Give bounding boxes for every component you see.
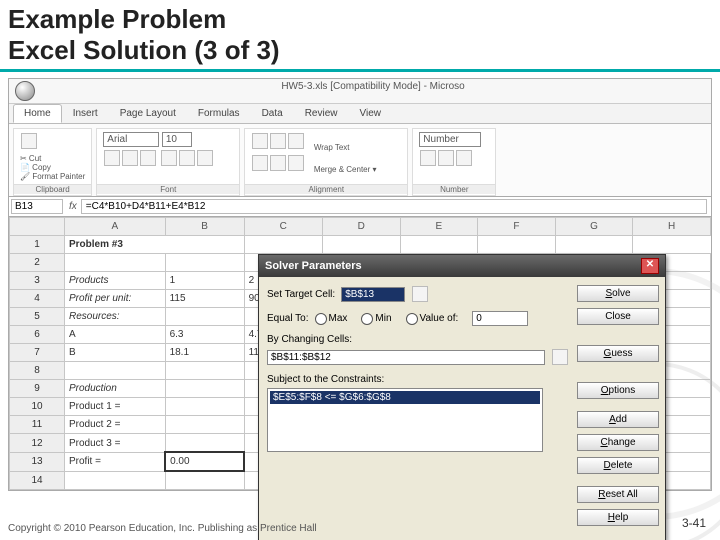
ribbon-group-clipboard: ✂ Cut 📄 Copy 🖌 Format Painter Clipboard <box>13 128 92 196</box>
label-target-cell: Set Target Cell: <box>267 289 335 300</box>
formula-input[interactable]: =C4*B10+D4*B11+E4*B12 <box>81 199 707 214</box>
col-F[interactable]: F <box>478 218 556 236</box>
value-of-input[interactable]: 0 <box>472 311 528 326</box>
border-button[interactable] <box>161 150 177 166</box>
add-button[interactable]: Add <box>577 411 659 428</box>
radio-min[interactable]: Min <box>361 313 391 325</box>
slide-title: Example Problem Excel Solution (3 of 3) <box>0 0 720 65</box>
group-label-clipboard: Clipboard <box>14 184 91 194</box>
solve-button[interactable]: Solve <box>577 285 659 302</box>
title-underline <box>0 69 720 72</box>
currency-button[interactable] <box>420 150 436 166</box>
label-equal-to: Equal To: <box>267 313 309 324</box>
col-C[interactable]: C <box>244 218 322 236</box>
copyright-text: Copyright © 2010 Pearson Education, Inc.… <box>8 523 317 534</box>
ribbon-group-number: Number Number <box>412 128 496 196</box>
office-orb-icon[interactable] <box>15 81 35 101</box>
options-button[interactable]: Options <box>577 382 659 399</box>
excel-titlebar: HW5-3.xls [Compatibility Mode] - Microso <box>9 79 711 104</box>
label-changing-cells: By Changing Cells: <box>267 334 352 345</box>
align-br-button[interactable] <box>288 155 304 171</box>
copy-button[interactable]: 📄 Copy <box>20 163 51 172</box>
target-cell-input[interactable]: $B$13 <box>341 287 405 302</box>
row-1: 1Problem #3 <box>10 236 711 254</box>
group-label-alignment: Alignment <box>245 184 407 194</box>
cell-A3[interactable]: Products <box>65 272 166 290</box>
bold-button[interactable] <box>104 150 120 166</box>
col-E[interactable]: E <box>400 218 478 236</box>
radio-valueof[interactable]: Value of: <box>406 313 459 325</box>
wrap-text-button[interactable]: Wrap Text <box>314 143 350 152</box>
guess-button[interactable]: Guess <box>577 345 659 362</box>
cell-A1[interactable]: Problem #3 <box>65 236 245 254</box>
tab-formulas[interactable]: Formulas <box>187 104 251 123</box>
underline-button[interactable] <box>140 150 156 166</box>
cut-button[interactable]: ✂ Cut <box>20 154 41 163</box>
fill-color-button[interactable] <box>179 150 195 166</box>
col-D[interactable]: D <box>322 218 400 236</box>
solver-dialog: Solver Parameters ✕ Set Target Cell: $B$… <box>258 254 666 540</box>
constraint-item[interactable]: $E$5:$F$8 <= $G$6:$G$8 <box>270 391 540 404</box>
radio-max[interactable]: Max <box>315 313 348 325</box>
dialog-titlebar[interactable]: Solver Parameters ✕ <box>259 255 665 277</box>
tab-view[interactable]: View <box>348 104 392 123</box>
ribbon-tabs: Home Insert Page Layout Formulas Data Re… <box>9 104 711 124</box>
col-B[interactable]: B <box>165 218 244 236</box>
title-line1: Example Problem <box>8 4 226 34</box>
close-icon[interactable]: ✕ <box>641 258 659 274</box>
tab-review[interactable]: Review <box>294 104 349 123</box>
ribbon-group-font: Arial 10 Font <box>96 128 240 196</box>
dialog-title: Solver Parameters <box>265 260 362 272</box>
col-H[interactable]: H <box>633 218 711 236</box>
comma-button[interactable] <box>456 150 472 166</box>
font-size-select[interactable]: 10 <box>162 132 192 147</box>
title-line2: Excel Solution (3 of 3) <box>8 35 280 65</box>
constraints-listbox[interactable]: $E$5:$F$8 <= $G$6:$G$8 <box>267 388 543 452</box>
align-bl-button[interactable] <box>252 155 268 171</box>
close-button[interactable]: Close <box>577 308 659 325</box>
refedit-icon[interactable] <box>412 286 428 302</box>
align-tc-button[interactable] <box>270 133 286 149</box>
align-bc-button[interactable] <box>270 155 286 171</box>
tab-pagelayout[interactable]: Page Layout <box>109 104 187 123</box>
group-label-font: Font <box>97 184 239 194</box>
align-tl-button[interactable] <box>252 133 268 149</box>
resetall-button[interactable]: Reset All <box>577 486 659 503</box>
fx-icon[interactable]: fx <box>65 201 81 212</box>
ribbon-group-alignment: Wrap Text Merge & Center ▾ Alignment <box>244 128 408 196</box>
delete-button[interactable]: Delete <box>577 457 659 474</box>
name-box[interactable]: B13 <box>11 199 63 214</box>
changing-cells-input[interactable]: $B$11:$B$12 <box>267 350 545 365</box>
font-color-button[interactable] <box>197 150 213 166</box>
tab-insert[interactable]: Insert <box>62 104 109 123</box>
help-button[interactable]: Help <box>577 509 659 526</box>
corner-cell[interactable] <box>10 218 65 236</box>
cell-A5[interactable]: Resources: <box>65 308 166 326</box>
paste-button[interactable] <box>21 133 37 149</box>
workbook-title: HW5-3.xls [Compatibility Mode] - Microso <box>281 81 464 101</box>
format-painter-button[interactable]: 🖌 Format Painter <box>20 172 85 181</box>
change-button[interactable]: Change <box>577 434 659 451</box>
col-headers: A B C D E F G H <box>10 218 711 236</box>
merge-center-button[interactable]: Merge & Center ▾ <box>314 165 377 174</box>
group-label-number: Number <box>413 184 495 194</box>
label-constraints: Subject to the Constraints: <box>267 374 384 385</box>
cell-A4[interactable]: Profit per unit: <box>65 290 166 308</box>
col-G[interactable]: G <box>555 218 633 236</box>
ribbon: ✂ Cut 📄 Copy 🖌 Format Painter Clipboard … <box>9 124 711 197</box>
tab-home[interactable]: Home <box>13 104 62 123</box>
number-format-select[interactable]: Number <box>419 132 481 147</box>
formula-bar: B13 fx =C4*B10+D4*B11+E4*B12 <box>9 197 711 217</box>
align-tr-button[interactable] <box>288 133 304 149</box>
col-A[interactable]: A <box>65 218 166 236</box>
italic-button[interactable] <box>122 150 138 166</box>
tab-data[interactable]: Data <box>251 104 294 123</box>
page-number: 3-41 <box>682 516 706 530</box>
font-name-select[interactable]: Arial <box>103 132 159 147</box>
percent-button[interactable] <box>438 150 454 166</box>
refedit-icon-2[interactable] <box>552 349 568 365</box>
